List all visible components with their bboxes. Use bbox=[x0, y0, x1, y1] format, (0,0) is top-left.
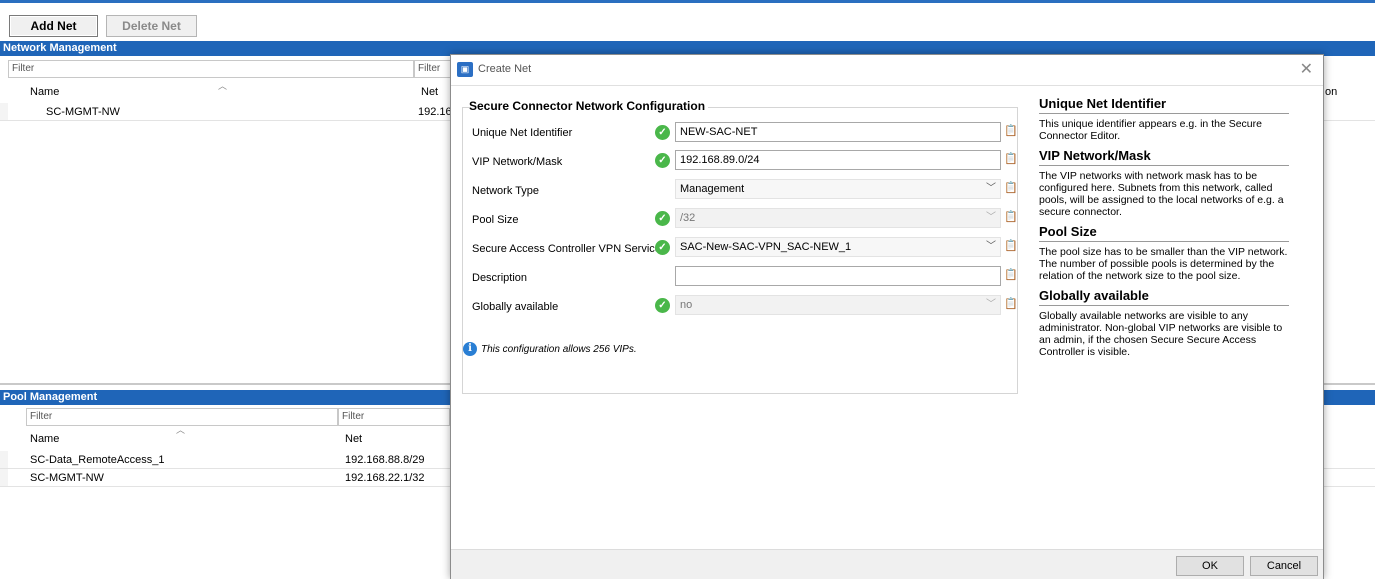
chevron-down-icon[interactable]: ﹀ bbox=[986, 238, 996, 256]
sort-ascending-icon[interactable]: ︿ bbox=[218, 79, 227, 92]
valid-check-icon: ✓ bbox=[655, 125, 670, 140]
help-uid-text: This unique identifier appears e.g. in t… bbox=[1039, 118, 1262, 142]
description-input[interactable] bbox=[675, 266, 1001, 286]
globally-available-value: no bbox=[680, 299, 693, 311]
pool-size-label: Pool Size bbox=[472, 214, 519, 226]
valid-check-icon: ✓ bbox=[655, 153, 670, 168]
top-accent-bar bbox=[0, 0, 1375, 9]
network-type-value: Management bbox=[680, 183, 745, 195]
app-icon: ▣ bbox=[457, 62, 473, 77]
row-selector[interactable] bbox=[0, 469, 8, 487]
description-label: Description bbox=[472, 272, 528, 284]
toolbar: Add Net Delete Net bbox=[0, 12, 1375, 40]
help-uid-title: Unique Net Identifier bbox=[1039, 96, 1289, 114]
ok-button[interactable]: OK bbox=[1176, 556, 1244, 576]
network-type-label: Network Type bbox=[472, 185, 540, 197]
cancel-button[interactable]: Cancel bbox=[1250, 556, 1318, 576]
valid-check-icon: ✓ bbox=[655, 240, 670, 255]
create-net-dialog: ▣ Create Net ✕ Secure Connector Network … bbox=[450, 54, 1324, 579]
row-name: SC-MGMT-NW bbox=[46, 106, 120, 118]
network-name-filter[interactable]: Filter bbox=[8, 60, 414, 78]
info-text: This configuration allows 256 VIPs. bbox=[481, 344, 637, 355]
help-vip-text: The VIP networks with network mask has t… bbox=[1039, 170, 1284, 218]
globally-available-label: Globally available bbox=[472, 301, 559, 313]
row-net: 192.168.22.1/32 bbox=[345, 472, 425, 484]
chevron-down-icon: ﹀ bbox=[986, 299, 996, 310]
pool-net-filter[interactable]: Filter bbox=[338, 408, 450, 426]
dialog-titlebar[interactable]: ▣ Create Net ✕ bbox=[451, 55, 1323, 86]
clipboard-icon[interactable]: 📋 bbox=[1004, 152, 1020, 168]
network-net-filter[interactable]: Filter bbox=[414, 60, 454, 78]
dialog-title: Create Net bbox=[478, 63, 532, 75]
dialog-body: Secure Connector Network Configuration U… bbox=[453, 86, 1321, 577]
help-pool-title: Pool Size bbox=[1039, 224, 1289, 242]
uid-input[interactable]: NEW-SAC-NET bbox=[675, 122, 1001, 142]
help-glob-title: Globally available bbox=[1039, 288, 1289, 306]
valid-check-icon: ✓ bbox=[655, 211, 670, 226]
row-net: 192.168.88.8/29 bbox=[345, 454, 425, 466]
info-icon: i bbox=[463, 342, 477, 356]
network-col-name[interactable]: Name bbox=[30, 86, 59, 98]
pool-col-net[interactable]: Net bbox=[345, 433, 362, 445]
delete-net-button[interactable]: Delete Net bbox=[106, 15, 197, 37]
pool-col-name[interactable]: Name bbox=[30, 433, 59, 445]
chevron-down-icon[interactable]: ﹀ bbox=[986, 180, 996, 198]
uid-label: Unique Net Identifier bbox=[472, 127, 573, 139]
network-col-partial[interactable]: on bbox=[1325, 86, 1337, 98]
row-selector[interactable] bbox=[0, 103, 8, 121]
network-col-net[interactable]: Net bbox=[421, 86, 438, 98]
chevron-down-icon: ﹀ bbox=[986, 212, 996, 223]
help-vip-title: VIP Network/Mask bbox=[1039, 148, 1289, 166]
valid-check-icon: ✓ bbox=[655, 298, 670, 313]
clipboard-icon[interactable]: 📋 bbox=[1004, 268, 1020, 284]
sort-ascending-icon[interactable]: ︿ bbox=[176, 423, 185, 436]
clipboard-icon[interactable]: 📋 bbox=[1004, 181, 1020, 197]
network-type-select[interactable]: Management ﹀ bbox=[675, 179, 1001, 199]
sac-service-value: SAC-New-SAC-VPN_SAC-NEW_1 bbox=[680, 241, 852, 253]
sac-service-select[interactable]: SAC-New-SAC-VPN_SAC-NEW_1 ﹀ bbox=[675, 237, 1001, 257]
help-panel: Unique Net Identifier This unique identi… bbox=[1039, 96, 1289, 364]
vip-input[interactable]: 192.168.89.0/24 bbox=[675, 150, 1001, 170]
clipboard-icon[interactable]: 📋 bbox=[1004, 124, 1020, 140]
row-selector[interactable] bbox=[0, 451, 8, 469]
clipboard-icon[interactable]: 📋 bbox=[1004, 210, 1020, 226]
close-icon[interactable]: ✕ bbox=[1300, 59, 1313, 79]
pool-size-value: /32 bbox=[680, 212, 696, 224]
help-pool-text: The pool size has to be smaller than the… bbox=[1039, 246, 1288, 282]
vip-label: VIP Network/Mask bbox=[472, 156, 563, 168]
group-title: Secure Connector Network Configuration bbox=[469, 99, 709, 113]
clipboard-icon[interactable]: 📋 bbox=[1004, 297, 1020, 313]
dialog-footer: OK Cancel bbox=[451, 549, 1323, 579]
row-net: 192.16 bbox=[418, 106, 452, 118]
row-name: SC-Data_RemoteAccess_1 bbox=[30, 454, 165, 466]
help-glob-text: Globally available networks are visible … bbox=[1039, 310, 1283, 358]
globally-available-select[interactable]: no ﹀ bbox=[675, 295, 1001, 315]
pool-size-select[interactable]: /32 ﹀ bbox=[675, 208, 1001, 228]
add-net-button[interactable]: Add Net bbox=[9, 15, 98, 37]
sac-service-label: Secure Access Controller VPN Service bbox=[472, 243, 661, 255]
row-name: SC-MGMT-NW bbox=[30, 472, 104, 484]
clipboard-icon[interactable]: 📋 bbox=[1004, 239, 1020, 255]
